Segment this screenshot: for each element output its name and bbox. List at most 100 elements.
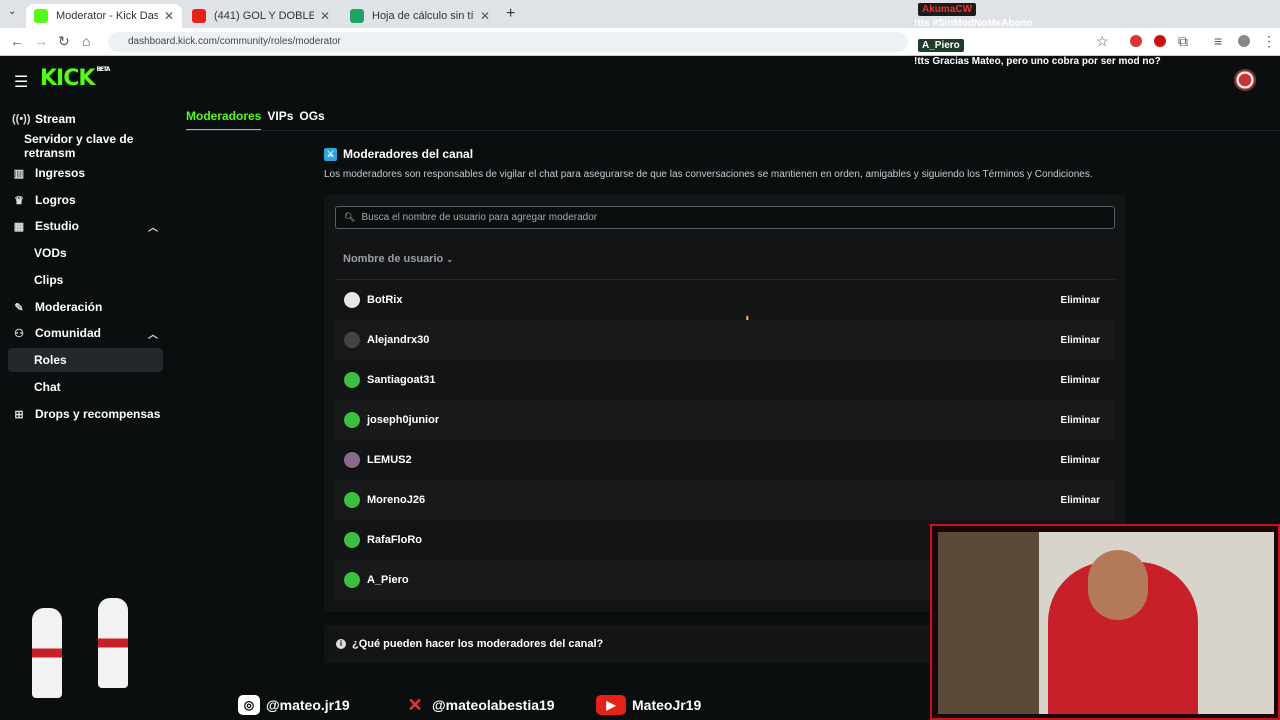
browser-tab-youtube[interactable]: (441) GOL Y DOBLE ASISTENCIA... ✕ xyxy=(184,4,338,28)
chevron-up-icon[interactable]: ︿ xyxy=(148,219,158,234)
instagram-icon: ◎ xyxy=(238,695,260,715)
home-icon[interactable]: ⌂ xyxy=(82,33,90,49)
youtube-icon: ▶ xyxy=(596,695,626,715)
remove-moderator-button[interactable]: Eliminar xyxy=(1061,295,1100,306)
search-input[interactable]: 🔍︎ Busca el nombre de usuario para agrega… xyxy=(335,206,1115,229)
chat-message: !tts #SinModNoMeAbono xyxy=(914,18,1033,29)
remove-moderator-button[interactable]: Eliminar xyxy=(1061,455,1100,466)
kick-logo[interactable]: KICK BETA xyxy=(40,66,110,91)
sidebar-item-label: Drops y recompensas xyxy=(35,407,161,421)
sidebar-item-clips[interactable]: Clips xyxy=(0,268,170,292)
remove-moderator-button[interactable]: Eliminar xyxy=(1061,495,1100,506)
social-handle: @mateo.jr19 xyxy=(266,697,350,713)
forward-arrow-icon[interactable]: → xyxy=(34,33,48,49)
chat-username: A_Piero xyxy=(918,39,964,52)
sidebar-item-label: Clips xyxy=(34,273,64,287)
moderator-username[interactable]: Alejandrx30 xyxy=(367,334,1061,346)
sidebar-item-logros[interactable]: ♛ Logros xyxy=(0,188,170,212)
reload-icon[interactable]: ↻ xyxy=(58,33,70,50)
sort-chevron-icon: ⌄ xyxy=(446,255,454,264)
tab-title: (441) GOL Y DOBLE ASISTENCIA... xyxy=(214,10,314,22)
avatar xyxy=(344,372,360,388)
panel-title: ⚔ Moderadores del canal xyxy=(324,147,473,161)
wrench-icon: ✎ xyxy=(14,301,24,314)
browser-tab-sheets[interactable]: Hoja de cálculo sin título - Hoja... ✕ xyxy=(342,4,498,28)
back-arrow-icon[interactable]: ← xyxy=(10,33,24,49)
roles-tabs: Moderadores VIPs OGs xyxy=(186,109,325,131)
moderator-username[interactable]: Santiagoat31 xyxy=(367,374,1061,386)
close-tab-icon[interactable]: ✕ xyxy=(480,9,490,23)
sidebar-item-label: VODs xyxy=(34,246,67,260)
social-youtube: ▶ MateoJr19 xyxy=(596,695,701,715)
sidebar-item-moderacion[interactable]: ✎ Moderación xyxy=(0,295,170,319)
new-tab-button[interactable]: + xyxy=(506,5,515,23)
close-tab-icon[interactable]: ✕ xyxy=(320,9,330,23)
trophy-icon: ♛ xyxy=(14,194,24,207)
social-handle: MateoJr19 xyxy=(632,697,702,713)
sidebar-item-label: Ingresos xyxy=(35,166,86,180)
studio-icon: ▦ xyxy=(13,220,25,233)
sidebar-item-chat[interactable]: Chat xyxy=(0,375,170,399)
sidebar-item-stream-key[interactable]: Servidor y clave de retransm xyxy=(0,132,170,160)
moderator-username[interactable]: MorenoJ26 xyxy=(367,494,1061,506)
moderator-username[interactable]: LEMUS2 xyxy=(367,454,1061,466)
socials-bar: ◎ @mateo.jr19 ✕ @mateolabestia19 ▶ MateoJr1… xyxy=(0,690,1280,720)
hamburger-menu-icon[interactable]: ☰ xyxy=(14,72,28,92)
tab-divider xyxy=(186,130,1280,131)
community-icon: ⚇ xyxy=(14,327,24,340)
moderator-row: LEMUS2 Eliminar xyxy=(335,440,1115,480)
webcam-feed xyxy=(938,532,1274,714)
url-field[interactable]: dashboard.kick.com/community/roles/moder… xyxy=(108,32,908,52)
sidebar-item-label: Moderación xyxy=(35,300,103,314)
social-handle: @mateolabestia19 xyxy=(432,697,555,713)
sidebar-item-drops[interactable]: ⊞ Drops y recompensas xyxy=(0,402,170,426)
streamer-face xyxy=(1088,550,1148,620)
sidebar-item-ingresos[interactable]: ▥ Ingresos xyxy=(0,161,170,185)
remove-moderator-button[interactable]: Eliminar xyxy=(1061,415,1100,426)
avatar xyxy=(344,452,360,468)
player-figure xyxy=(32,608,62,698)
moderator-row: Santiagoat31 Eliminar xyxy=(335,360,1115,400)
social-instagram: ◎ @mateo.jr19 xyxy=(238,695,350,715)
youtube-favicon-icon xyxy=(192,9,206,23)
sidebar-item-label: Servidor y clave de retransm xyxy=(24,132,134,160)
sidebar-item-vods[interactable]: VODs xyxy=(0,241,170,265)
moderator-username[interactable]: BotRix xyxy=(367,294,1061,306)
gift-icon: ⊞ xyxy=(14,408,24,421)
sidebar-item-comunidad[interactable]: ⚇ Comunidad ︿ xyxy=(0,321,170,345)
search-icon: 🔍︎ xyxy=(344,212,356,222)
tab-vips[interactable]: VIPs xyxy=(267,109,293,131)
sidebar-item-stream[interactable]: ((•)) Stream xyxy=(0,107,170,131)
sidebar-item-roles[interactable]: Roles xyxy=(8,348,163,372)
sidebar-item-label: Comunidad xyxy=(35,326,101,340)
faq-text: ¿Qué pueden hacer los moderadores del ca… xyxy=(352,638,604,650)
sidebar-item-label: Chat xyxy=(34,380,61,394)
moderator-row: BotRix Eliminar xyxy=(335,280,1115,320)
chart-icon: ▥ xyxy=(13,167,25,180)
tab-moderadores[interactable]: Moderadores xyxy=(186,109,262,131)
remove-moderator-button[interactable]: Eliminar xyxy=(1061,335,1100,346)
avatar xyxy=(344,292,360,308)
avatar xyxy=(344,412,360,428)
sidebar-item-estudio[interactable]: ▦ Estudio ︿ xyxy=(0,214,170,238)
moderator-row: MorenoJ26 Eliminar xyxy=(335,480,1115,520)
column-header-username[interactable]: Nombre de usuario ⌄ xyxy=(343,253,453,265)
remove-moderator-button[interactable]: Eliminar xyxy=(1061,375,1100,386)
chevron-up-icon[interactable]: ︿ xyxy=(148,326,158,341)
social-x: ✕ @mateolabestia19 xyxy=(404,695,555,715)
chat-message: !tts Gracias Mateo, pero uno cobra por s… xyxy=(914,56,1161,67)
moderator-username[interactable]: joseph0junior xyxy=(367,414,1061,426)
tab-ogs[interactable]: OGs xyxy=(299,109,324,131)
tab-search-icon[interactable]: ⌄ xyxy=(8,6,16,17)
chat-user-badge: AkumaCW xyxy=(918,3,1280,16)
browser-tab-kick[interactable]: Moderator - Kick Dashboard ✕ xyxy=(26,4,182,28)
tab-title: Hoja de cálculo sin título - Hoja... xyxy=(372,10,474,22)
chat-username: AkumaCW xyxy=(918,3,977,16)
sidebar-item-label: Stream xyxy=(35,112,76,126)
sidebar-item-label: Roles xyxy=(34,353,67,367)
sidebar-item-label: Logros xyxy=(35,193,76,207)
player-figure xyxy=(98,598,128,688)
close-tab-icon[interactable]: ✕ xyxy=(164,9,174,23)
x-icon: ✕ xyxy=(407,695,423,715)
moderator-row: Alejandrx30 Eliminar xyxy=(335,320,1115,360)
